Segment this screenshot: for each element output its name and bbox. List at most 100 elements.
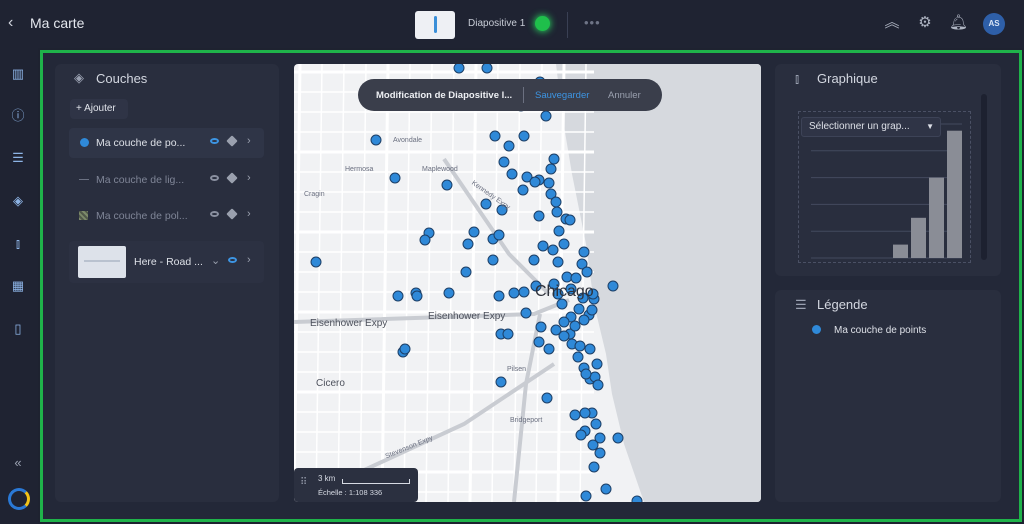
chevron-right-icon[interactable]: › xyxy=(247,208,251,220)
map-point-marker[interactable] xyxy=(419,234,431,246)
visibility-eye-icon[interactable] xyxy=(210,175,219,181)
map-point-marker[interactable] xyxy=(495,376,507,388)
map-point-marker[interactable] xyxy=(493,290,505,302)
map-point-marker[interactable] xyxy=(518,130,530,142)
layer-row-lines[interactable]: Ma couche de lig... › xyxy=(69,165,264,195)
map-point-marker[interactable] xyxy=(441,179,453,191)
map-point-marker[interactable] xyxy=(551,206,563,218)
map-point-marker[interactable] xyxy=(631,495,643,502)
visibility-eye-icon[interactable] xyxy=(228,257,237,263)
collapse-left-icon[interactable]: « xyxy=(10,455,26,471)
map-point-marker[interactable] xyxy=(573,303,585,315)
map-point-marker[interactable] xyxy=(541,392,553,404)
map-point-marker[interactable] xyxy=(498,156,510,168)
map-point-marker[interactable] xyxy=(552,256,564,268)
map-point-marker[interactable] xyxy=(535,321,547,333)
map-point-marker[interactable] xyxy=(578,246,590,258)
map-point-marker[interactable] xyxy=(569,409,581,421)
map-point-marker[interactable] xyxy=(586,304,598,316)
layers-icon[interactable]: ◈ xyxy=(10,193,26,209)
chart-scrollbar[interactable] xyxy=(981,94,987,260)
chart-type-select[interactable]: Sélectionner un grap... ▼ xyxy=(801,117,941,137)
map-point-marker[interactable] xyxy=(600,483,612,495)
map-point-marker[interactable] xyxy=(578,314,590,326)
layer-row-points[interactable]: Ma couche de po... › xyxy=(69,128,264,158)
chart-bar-1[interactable] xyxy=(893,244,908,258)
map-point-marker[interactable] xyxy=(591,358,603,370)
map-point-marker[interactable] xyxy=(548,153,560,165)
map-point-marker[interactable] xyxy=(411,290,423,302)
chart-bar-3[interactable] xyxy=(929,177,944,258)
map-point-marker[interactable] xyxy=(581,266,593,278)
map-point-marker[interactable] xyxy=(570,272,582,284)
save-button[interactable]: Sauvegarder xyxy=(535,90,589,101)
map-point-marker[interactable] xyxy=(543,343,555,355)
slide-name[interactable]: Diapositive 1 xyxy=(468,18,525,29)
map-point-marker[interactable] xyxy=(537,240,549,252)
more-options-button[interactable]: ••• xyxy=(584,15,601,30)
chart-icon[interactable]: ⫾ xyxy=(10,236,26,252)
map-point-marker[interactable] xyxy=(392,290,404,302)
map-point-marker[interactable] xyxy=(462,238,474,250)
chevron-down-icon[interactable]: ⌄ xyxy=(211,254,220,267)
tag-icon[interactable] xyxy=(226,208,238,220)
layer-row-polygons[interactable]: Ma couche de pol... › xyxy=(69,201,264,231)
map-point-marker[interactable] xyxy=(543,177,555,189)
map-point-marker[interactable] xyxy=(528,254,540,266)
map-point-marker[interactable] xyxy=(574,340,586,352)
map-point-marker[interactable] xyxy=(506,168,518,180)
avatar[interactable]: AS xyxy=(983,13,1005,35)
map-point-marker[interactable] xyxy=(575,429,587,441)
map-point-marker[interactable] xyxy=(558,238,570,250)
map-point-marker[interactable] xyxy=(590,418,602,430)
map-point-marker[interactable] xyxy=(468,226,480,238)
chevron-right-icon[interactable]: › xyxy=(247,172,251,184)
tag-icon[interactable] xyxy=(226,172,238,184)
map-point-marker[interactable] xyxy=(553,225,565,237)
drag-handle-icon[interactable]: ⠿ xyxy=(300,477,307,488)
map-point-marker[interactable] xyxy=(453,64,465,74)
visibility-eye-icon[interactable] xyxy=(210,138,219,144)
map-point-marker[interactable] xyxy=(493,229,505,241)
map-point-marker[interactable] xyxy=(588,461,600,473)
map-canvas[interactable] xyxy=(294,64,761,502)
map-point-marker[interactable] xyxy=(569,320,581,332)
map-point-marker[interactable] xyxy=(579,407,591,419)
chart-bar-4[interactable] xyxy=(947,130,962,258)
list-icon[interactable]: ☰ xyxy=(10,150,26,166)
map-point-marker[interactable] xyxy=(558,330,570,342)
map-point-marker[interactable] xyxy=(480,198,492,210)
map-point-marker[interactable] xyxy=(529,176,541,188)
map-point-marker[interactable] xyxy=(389,172,401,184)
map-point-marker[interactable] xyxy=(607,280,619,292)
book-icon[interactable]: ▯ xyxy=(10,321,26,337)
info-icon[interactable]: ⓘ xyxy=(10,108,26,124)
chevron-right-icon[interactable]: › xyxy=(247,254,251,266)
map-point-marker[interactable] xyxy=(443,287,455,299)
map-point-marker[interactable] xyxy=(487,254,499,266)
map-point-marker[interactable] xyxy=(399,343,411,355)
bell-icon[interactable]: 🔔︎ xyxy=(949,14,968,32)
cancel-button[interactable]: Annuler xyxy=(608,90,641,101)
table-icon[interactable]: ▦ xyxy=(10,278,26,294)
map-point-marker[interactable] xyxy=(502,328,514,340)
map-point-marker[interactable] xyxy=(592,379,604,391)
chart-bar-2[interactable] xyxy=(911,217,926,258)
map-point-marker[interactable] xyxy=(533,210,545,222)
chevron-right-icon[interactable]: › xyxy=(247,135,251,147)
map-point-marker[interactable] xyxy=(489,130,501,142)
basemap-row[interactable]: Here - Road ... ⌄ › xyxy=(69,241,264,283)
back-chevron-icon[interactable]: ‹ xyxy=(8,14,13,32)
map-point-marker[interactable] xyxy=(564,214,576,226)
map-point-marker[interactable] xyxy=(612,432,624,444)
map-point-marker[interactable] xyxy=(584,343,596,355)
map-layer[interactable] xyxy=(294,64,761,502)
collapse-up-icon[interactable]: ︽ xyxy=(883,14,901,32)
visibility-eye-icon[interactable] xyxy=(210,211,219,217)
map-point-marker[interactable] xyxy=(508,287,520,299)
map-point-marker[interactable] xyxy=(547,244,559,256)
map-point-marker[interactable] xyxy=(517,184,529,196)
tag-icon[interactable] xyxy=(226,135,238,147)
map-point-marker[interactable] xyxy=(580,490,592,502)
map-point-marker[interactable] xyxy=(580,368,592,380)
